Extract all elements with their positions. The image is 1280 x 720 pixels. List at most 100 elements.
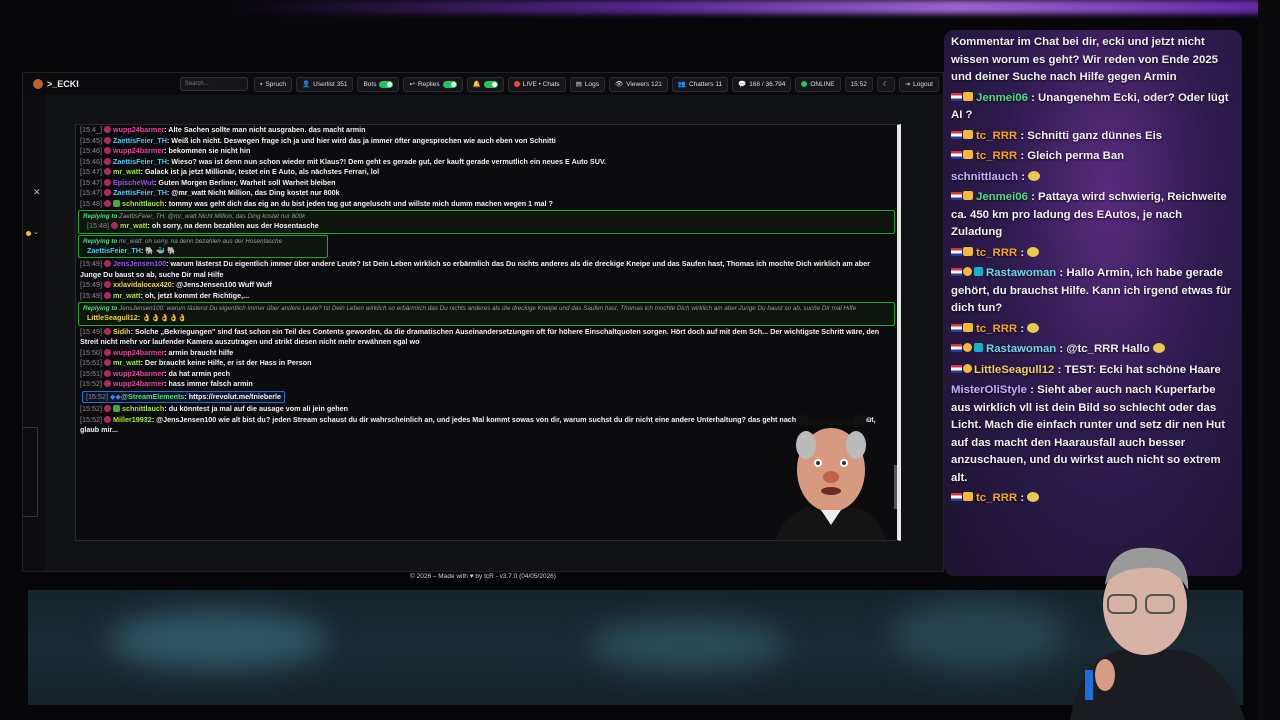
chatters-label: Chatters 11 [688,80,723,88]
stream-chat-username[interactable]: Rastawoman [986,343,1056,355]
stream-chat-username[interactable]: MisterOliStyle [951,384,1027,396]
replying-to-label: Replying to [83,305,118,312]
user-badge-icon [103,157,111,165]
logout-button[interactable]: ⇥ Logout [898,76,939,92]
username[interactable]: ZaettisFeier_TH [113,188,167,197]
reply-block: Replying to ZaettisFeier_TH: @mr_watt Ni… [78,210,895,234]
list-item: [15:45] ZaettisFeier_TH: Weiß ich nicht.… [76,136,897,147]
message-count-badge: 💬 168 / 36.794 [732,76,792,92]
message-text: : oh, jetzt kommt der Richtige,... [140,290,250,300]
username[interactable]: LittleSeagull12 [87,313,138,322]
username[interactable]: schnittlauch [122,199,164,208]
stream-chat-message: MisterOliStyle : Sieht aber auch nach Ku… [951,382,1236,487]
bell-icon: 🔔 [472,81,481,88]
stream-chat-username[interactable]: Rastawoman [986,267,1056,279]
list-item: [15:49] xxlavidalocax420: @JensJensen100… [76,280,897,291]
spruch-button[interactable]: ▪ Spruch [254,76,293,92]
username[interactable]: wupp24barmer [113,146,164,155]
timestamp: [15:45] [80,135,102,145]
online-label: ONLINE [810,80,835,88]
userlist-button[interactable]: 👤 Userlist 351 [296,76,354,92]
logs-button[interactable]: ▤ Logs [569,76,605,92]
banner-decoration [108,610,328,670]
theme-toggle[interactable]: ☾ [876,76,895,92]
replies-toggle[interactable]: ↩ Replies [403,76,463,92]
username[interactable]: Sidih [113,327,131,336]
user-badge-icon [103,291,111,299]
stream-chat-username[interactable]: tc_RRR [976,150,1017,162]
list-item: [15:49] mr_watt: oh, jetzt kommt der Ric… [76,291,897,302]
userlist-label: Userlist 351 [313,80,348,88]
list-item: [15:46] ZaettisFeier_TH: Wieso? was ist … [76,157,897,168]
user-icon: 👤 [302,81,311,88]
bots-toggle[interactable]: Bots [357,76,400,92]
logout-icon: ⇥ [904,81,911,88]
brand[interactable]: >_ECKI [33,79,180,89]
username[interactable]: wupp24barmer [113,125,164,134]
timestamp: [15:52] [80,404,102,413]
username[interactable]: mr_watt [113,167,141,176]
chat-log[interactable]: [15:4_] wupp24barmer: Alte Sachen sollte… [75,124,901,541]
message-text: : armin braucht hilfe [164,347,234,357]
emote-icon: 🐘 🐳 🐘 [145,245,177,255]
stream-chat-username[interactable]: tc_RRR [976,323,1017,335]
username[interactable]: @StreamElements [121,392,184,401]
info-badge-icon [963,343,972,352]
stream-chat-username[interactable]: Jenmei06 [976,92,1028,104]
footer: © 2026 – Made with ♥ by tcR - v3.7.0 (04… [410,573,556,580]
stream-chat-username[interactable]: tc_RRR [976,130,1017,142]
username[interactable]: schnittlauch [122,404,164,413]
reply-icon: ↩ [409,81,415,88]
stream-chat-text: : Schnitti ganz dünnes Eis [1017,129,1163,142]
list-item: [15:52] schnittlauch: du könntest ja mal… [76,404,897,415]
message-text: : Guten Morgen Berliner, Warheit soll Wa… [154,177,336,187]
viewers-label: Viewers 121 [626,80,662,88]
online-status: ONLINE [795,76,841,92]
reply-header: Replying to mr_watt: oh sorry, na denn b… [83,237,323,246]
username[interactable]: JensJensen100 [113,259,166,268]
stream-chat-text: : Sieht aber auch nach Kuperfarbe aus wi… [951,384,1226,484]
clock-label: 15:52 [850,80,867,88]
username[interactable]: mr_watt [120,221,148,230]
timestamp: [15:47] [80,177,102,187]
username[interactable]: wupp24barmer [113,369,164,378]
flag-badge-icon [951,130,962,139]
stream-chat-username[interactable]: tc_RRR [976,492,1017,504]
stream-chat-username[interactable]: tc_RRR [976,247,1017,259]
list-item: [15:47] EpischeWut: Guten Morgen Berline… [76,178,897,189]
user-badge-icon [103,189,111,196]
chevron-down-icon[interactable]: ⌄ [33,228,39,236]
viewers-badge: 👁 Viewers 121 [608,76,668,92]
list-item: [15:51] wupp24barmer: da hat armin pech [76,369,897,380]
timestamp: [15:46] [80,146,102,155]
sound-toggle[interactable]: 🔔 [466,76,504,92]
flag-badge-icon [951,493,962,501]
close-icon[interactable]: ✕ [33,187,41,198]
username[interactable]: xxlavidalocax420 [113,280,172,289]
stream-chat-username[interactable]: Jenmei06 [976,191,1028,203]
username[interactable]: wupp24barmer [113,348,164,357]
stream-chat-username[interactable]: schnittlauch [951,171,1018,183]
username[interactable]: ZaettisFeier_TH [87,246,141,255]
toggle-switch [483,80,498,88]
list-item: [15:48] mr_watt: oh sorry, na denn bezah… [83,221,890,232]
username[interactable]: mr_watt [113,291,141,300]
username[interactable]: ZaettisFeier_TH [113,157,167,166]
username[interactable]: mr_watt [113,358,141,367]
username[interactable]: wupp24barmer [113,379,164,388]
username[interactable]: Miller19932 [113,415,152,424]
timestamp: [15:47] [80,167,102,176]
search-input[interactable]: Search... [179,77,249,91]
stream-chat-text: : [1017,322,1028,335]
timestamp: [15:47] [80,188,102,197]
username[interactable]: ZaettisFeier_TH [113,136,167,145]
emote-icon [1027,492,1040,502]
live-label: LIVE • Chats [522,80,560,88]
message-text[interactable]: : https://revolut.me/tnieberle [184,392,281,401]
stream-chat-username[interactable]: LittleSeagull12 [974,364,1054,376]
stream-chat-message: tc_RRR : [951,490,1236,508]
crown-badge-icon [963,246,973,256]
bots-label: Bots [363,80,377,88]
username[interactable]: EpischeWut [113,178,154,187]
live-chats-button[interactable]: LIVE • Chats [507,76,566,92]
